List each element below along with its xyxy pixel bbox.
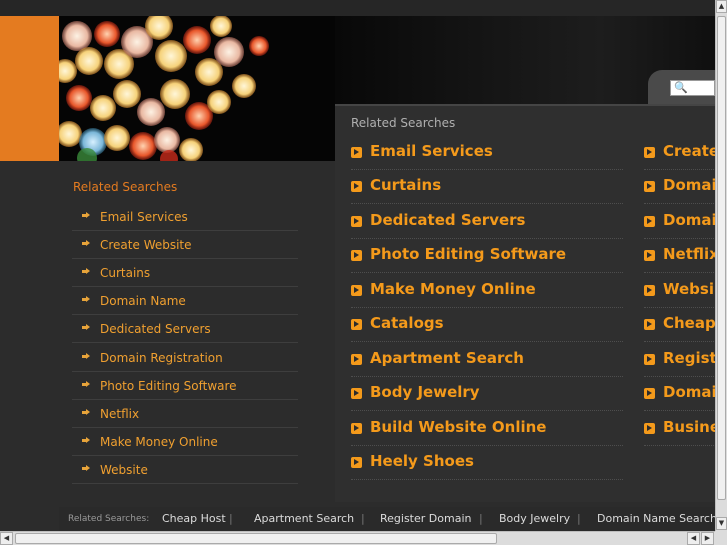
sidebar-link-email-services[interactable]: Email Services: [72, 203, 298, 231]
search-input[interactable]: 🔍: [670, 80, 715, 96]
main-link-dedicated-servers[interactable]: Dedicated Servers: [351, 205, 623, 239]
vertical-scroll-thumb[interactable]: [717, 16, 726, 500]
footer-link-register-domain[interactable]: Register Domain: [380, 512, 471, 525]
arrow-icon: [351, 388, 362, 399]
main-link-apartment-search[interactable]: Apartment Search: [351, 343, 623, 377]
bullet-arrow-icon: [82, 268, 90, 274]
bullet-arrow-icon: [82, 381, 90, 387]
sidebar-link-curtains[interactable]: Curtains: [72, 259, 298, 287]
related-searches-panel: Related Searches Email Services Curtains…: [335, 104, 715, 502]
main-link-make-money-online[interactable]: Make Money Online: [351, 274, 623, 308]
arrow-icon: [644, 354, 655, 365]
footer-separator: |: [479, 512, 483, 525]
main-link-build-website-online[interactable]: Build Website Online: [351, 412, 623, 446]
sidebar-link-netflix[interactable]: Netflix: [72, 400, 298, 428]
sidebar-link-make-money-online[interactable]: Make Money Online: [72, 428, 298, 456]
horizontal-scroll-thumb[interactable]: [15, 533, 497, 544]
main-link-heely-shoes[interactable]: Heely Shoes: [351, 446, 623, 480]
main-link-domain-3[interactable]: Domai: [644, 377, 715, 411]
bullet-arrow-icon: [82, 212, 90, 218]
bullet-arrow-icon: [82, 296, 90, 302]
main-link-email-services[interactable]: Email Services: [351, 136, 623, 170]
sidebar-title: Related Searches: [73, 180, 178, 194]
main-link-photo-editing-software[interactable]: Photo Editing Software: [351, 239, 623, 273]
main-link-curtains[interactable]: Curtains: [351, 170, 623, 204]
scroll-left-icon[interactable]: ◀: [0, 532, 13, 545]
footer-link-cheap-host[interactable]: Cheap Host: [162, 512, 226, 525]
main-link-create[interactable]: Create: [644, 136, 715, 170]
header-bokeh-image: [59, 16, 335, 161]
arrow-icon: [351, 423, 362, 434]
bullet-arrow-icon: [82, 437, 90, 443]
footer-separator: |: [229, 512, 233, 525]
arrow-icon: [351, 319, 362, 330]
main-link-register[interactable]: Regist: [644, 343, 715, 377]
scroll-up-icon[interactable]: ▲: [716, 0, 727, 13]
sidebar-link-domain-registration[interactable]: Domain Registration: [72, 344, 298, 372]
footer-link-body-jewelry[interactable]: Body Jewelry: [499, 512, 570, 525]
arrow-icon: [351, 181, 362, 192]
panel-title: Related Searches: [351, 116, 456, 130]
bullet-arrow-icon: [82, 240, 90, 246]
footer-separator: |: [361, 512, 365, 525]
bullet-arrow-icon: [82, 409, 90, 415]
arrow-icon: [644, 216, 655, 227]
bullet-arrow-icon: [82, 353, 90, 359]
sidebar-link-website[interactable]: Website: [72, 456, 298, 484]
main-link-domain-2[interactable]: Domai: [644, 205, 715, 239]
arrow-icon: [351, 285, 362, 296]
arrow-icon: [351, 147, 362, 158]
arrow-icon: [644, 181, 655, 192]
main-link-domain-1[interactable]: Domai: [644, 170, 715, 204]
magnifier-icon: 🔍: [674, 81, 688, 94]
bokeh-lights-graphic: [59, 16, 269, 161]
footer-separator: |: [577, 512, 581, 525]
bullet-arrow-icon: [82, 324, 90, 330]
arrow-icon: [644, 388, 655, 399]
footer-related-searches: Related Searches: Cheap Host | Apartment…: [59, 507, 715, 531]
scroll-down-icon[interactable]: ▼: [716, 517, 727, 530]
arrow-icon: [644, 319, 655, 330]
main-link-body-jewelry[interactable]: Body Jewelry: [351, 377, 623, 411]
sidebar-link-photo-editing-software[interactable]: Photo Editing Software: [72, 372, 298, 400]
footer-label: Related Searches:: [68, 514, 150, 524]
footer-link-apartment-search[interactable]: Apartment Search: [254, 512, 354, 525]
arrow-icon: [644, 250, 655, 261]
vertical-scrollbar[interactable]: ▲ ▼: [715, 0, 727, 531]
arrow-icon: [351, 457, 362, 468]
footer-link-domain-name-search[interactable]: Domain Name Search: [597, 512, 715, 525]
arrow-icon: [644, 423, 655, 434]
scroll-right-icon[interactable]: ▶: [701, 532, 714, 545]
horizontal-scrollbar[interactable]: ◀ ◀ ▶: [0, 531, 715, 545]
orange-accent-block: [0, 16, 59, 161]
sidebar-link-dedicated-servers[interactable]: Dedicated Servers: [72, 315, 298, 343]
sidebar-link-create-website[interactable]: Create Website: [72, 231, 298, 259]
top-bar: [0, 0, 727, 16]
main-link-business[interactable]: Busine: [644, 412, 715, 446]
main-link-netflix[interactable]: Netflix: [644, 239, 715, 273]
arrow-icon: [351, 250, 362, 261]
bullet-arrow-icon: [82, 465, 90, 471]
main-link-website[interactable]: Websi: [644, 274, 715, 308]
arrow-icon: [351, 354, 362, 365]
arrow-icon: [351, 216, 362, 227]
arrow-icon: [644, 147, 655, 158]
scroll-left-icon-2[interactable]: ◀: [687, 532, 700, 545]
main-link-catalogs[interactable]: Catalogs: [351, 308, 623, 342]
scrollbar-corner: [715, 531, 727, 545]
main-link-cheap[interactable]: Cheap: [644, 308, 715, 342]
arrow-icon: [644, 285, 655, 296]
sidebar-link-domain-name[interactable]: Domain Name: [72, 287, 298, 315]
